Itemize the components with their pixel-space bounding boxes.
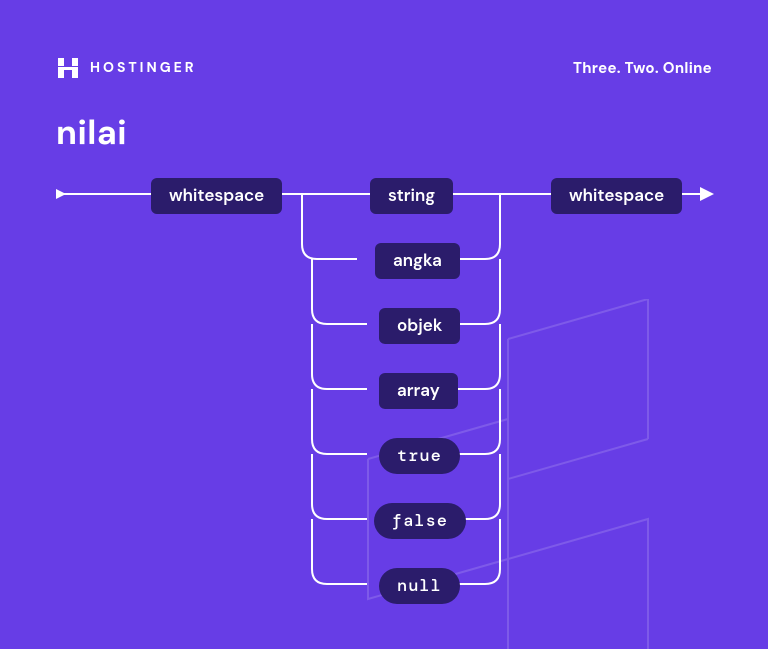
alt-node-0: string <box>370 178 453 214</box>
diagram-title: nilai <box>0 80 768 155</box>
alt-node-5: false <box>374 503 466 539</box>
alt-node-3: array <box>379 373 458 409</box>
tagline: Three. Two. Online <box>573 58 712 78</box>
brand-name: HOSTINGER <box>90 59 197 77</box>
alt-node-4: true <box>379 438 460 474</box>
header: HOSTINGER Three. Two. Online <box>0 0 768 80</box>
rail-left-node: whitespace <box>151 178 282 214</box>
alt-node-1: angka <box>375 243 460 279</box>
brand-logo: HOSTINGER <box>56 56 197 80</box>
alt-node-2: objek <box>379 308 460 344</box>
hostinger-icon <box>56 56 80 80</box>
alt-node-6: null <box>379 568 460 604</box>
railroad-diagram: whitespace string whitespace angka objek… <box>0 168 768 618</box>
rail-right-node: whitespace <box>551 178 682 214</box>
